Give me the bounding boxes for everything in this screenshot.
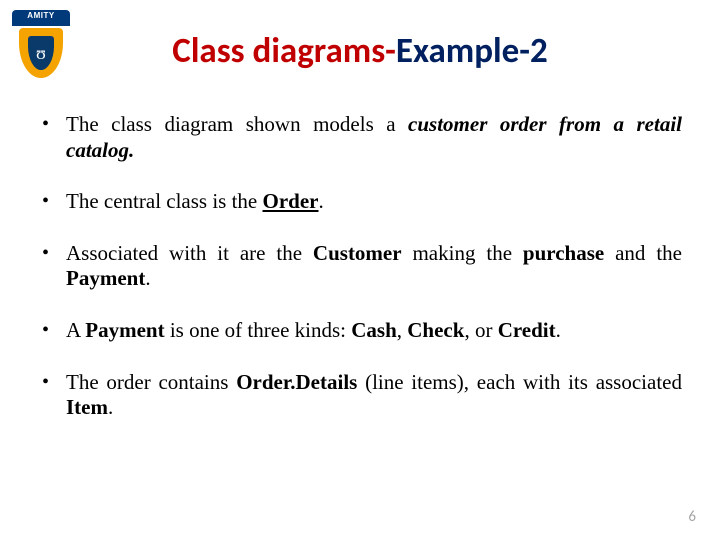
- title-part-1: Class diagrams-: [172, 30, 396, 72]
- bullet-text: Associated with it are the: [66, 241, 313, 265]
- bullet-text: The class diagram shown models a: [66, 112, 408, 136]
- bullet-text: and the: [604, 241, 682, 265]
- slide-content: The class diagram shown models a custome…: [0, 72, 720, 421]
- amity-logo: AMITY ʊ: [12, 10, 70, 80]
- list-item: Associated with it are the Customer maki…: [38, 241, 682, 292]
- slide-title: Class diagrams-Example-2: [0, 0, 720, 72]
- bullet-text-bold-underline: Order: [263, 189, 319, 213]
- logo-text: AMITY: [12, 10, 70, 26]
- bullet-text: , or: [464, 318, 497, 342]
- bullet-text: (line items), each with its associated: [357, 370, 682, 394]
- bullet-text: .: [145, 266, 150, 290]
- bullet-text-bold: Check: [407, 318, 464, 342]
- page-number: 6: [688, 508, 696, 526]
- bullet-text-bold: Cash: [351, 318, 397, 342]
- list-item: The order contains Order.Details (line i…: [38, 370, 682, 421]
- logo-inner-glyph: ʊ: [28, 36, 54, 70]
- bullet-text: making the: [402, 241, 523, 265]
- bullet-text: A: [66, 318, 85, 342]
- bullet-text-bold: Payment: [85, 318, 164, 342]
- bullet-text: The central class is the: [66, 189, 263, 213]
- bullet-text-bold: Credit: [498, 318, 556, 342]
- bullet-text: .: [556, 318, 561, 342]
- bullet-text: is one of three kinds:: [165, 318, 352, 342]
- bullet-text-bold: Payment: [66, 266, 145, 290]
- list-item: The class diagram shown models a custome…: [38, 112, 682, 163]
- list-item: The central class is the Order.: [38, 189, 682, 215]
- bullet-text: .: [319, 189, 324, 213]
- bullet-text: .: [108, 395, 113, 419]
- bullet-text: The order contains: [66, 370, 236, 394]
- bullet-text-bold: purchase: [523, 241, 604, 265]
- bullet-list: The class diagram shown models a custome…: [38, 112, 682, 421]
- logo-shield: ʊ: [19, 28, 63, 78]
- list-item: A Payment is one of three kinds: Cash, C…: [38, 318, 682, 344]
- bullet-text-bold: Order.Details: [236, 370, 357, 394]
- title-part-2: Example-2: [396, 30, 548, 72]
- bullet-text-bold: Customer: [313, 241, 402, 265]
- bullet-text-bold: Item: [66, 395, 108, 419]
- bullet-text: ,: [397, 318, 408, 342]
